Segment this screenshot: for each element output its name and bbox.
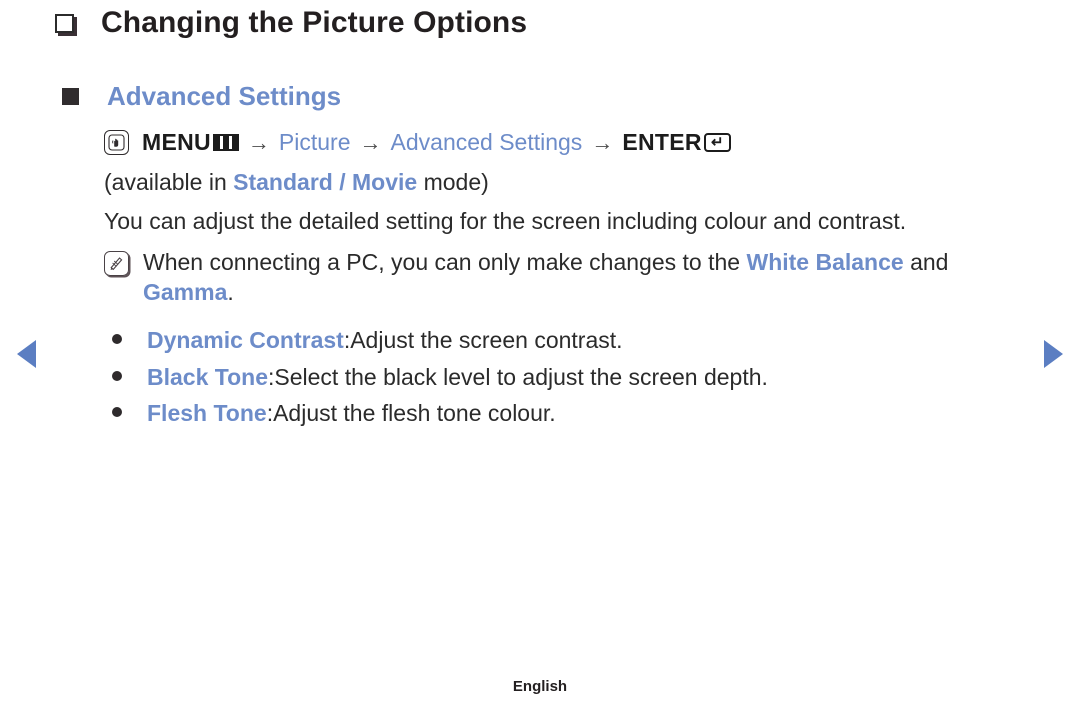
round-bullet-icon bbox=[112, 333, 122, 344]
path-arrow-3: → bbox=[591, 129, 614, 155]
section-heading: Advanced Settings bbox=[107, 81, 342, 111]
menu-path-line: MENU → Picture → Advanced Settings → ENT… bbox=[104, 130, 1044, 155]
next-page-arrow-icon[interactable] bbox=[1044, 340, 1063, 368]
note-text-part2: and bbox=[903, 249, 949, 276]
note-pencil-icon bbox=[104, 251, 129, 277]
option-description: Select the black level to adjust the scr… bbox=[274, 363, 768, 390]
list-item: Flesh Tone: Adjust the flesh tone colour… bbox=[104, 395, 1044, 432]
availability-suffix: mode) bbox=[417, 169, 489, 195]
hand-press-icon bbox=[104, 130, 129, 155]
section-heading-row: Advanced Settings bbox=[62, 83, 341, 109]
note-text-part3: . bbox=[227, 279, 234, 306]
path-arrow-2: → bbox=[359, 129, 382, 155]
round-bullet-icon bbox=[112, 407, 122, 418]
page-title-row: Changing the Picture Options bbox=[55, 8, 527, 38]
note-highlight-white-balance: White Balance bbox=[746, 249, 904, 276]
option-description: Adjust the screen contrast. bbox=[350, 326, 623, 353]
manual-page: Changing the Picture Options Advanced Se… bbox=[0, 0, 1080, 705]
page-title: Changing the Picture Options bbox=[101, 6, 528, 39]
option-description: Adjust the flesh tone colour. bbox=[273, 400, 556, 427]
section-body: MENU → Picture → Advanced Settings → ENT… bbox=[104, 130, 1044, 432]
options-list: Dynamic Contrast: Adjust the screen cont… bbox=[104, 322, 1044, 432]
filled-square-bullet-icon bbox=[62, 87, 79, 105]
section-description: You can adjust the detailed setting for … bbox=[104, 207, 907, 234]
hollow-square-bullet-icon bbox=[55, 13, 74, 33]
footer-language: English bbox=[512, 678, 568, 695]
enter-label: ENTER bbox=[622, 129, 702, 155]
round-bullet-icon bbox=[112, 370, 122, 381]
option-term: Flesh Tone bbox=[147, 400, 267, 427]
path-item-advanced-settings: Advanced Settings bbox=[390, 129, 583, 155]
note-row: When connecting a PC, you can only make … bbox=[104, 247, 1044, 308]
availability-prefix: (available in bbox=[104, 169, 234, 195]
option-term: Black Tone bbox=[147, 363, 268, 390]
note-highlight-gamma: Gamma bbox=[143, 279, 228, 306]
list-item: Dynamic Contrast: Adjust the screen cont… bbox=[104, 322, 1044, 359]
list-item: Black Tone: Select the black level to ad… bbox=[104, 359, 1044, 396]
option-term: Dynamic Contrast bbox=[147, 326, 344, 353]
enter-return-icon: ↵ bbox=[703, 133, 731, 152]
path-arrow-1: → bbox=[247, 129, 270, 155]
previous-page-arrow-icon[interactable] bbox=[17, 340, 36, 368]
path-item-picture: Picture bbox=[278, 129, 351, 155]
availability-modes: Standard / Movie bbox=[233, 169, 418, 195]
availability-line: (available in Standard / Movie mode) bbox=[104, 168, 1044, 197]
note-text: When connecting a PC, you can only make … bbox=[143, 247, 1023, 308]
menu-bars-icon bbox=[212, 134, 239, 151]
menu-label: MENU bbox=[142, 129, 211, 155]
note-text-part1: When connecting a PC, you can only make … bbox=[143, 249, 747, 276]
